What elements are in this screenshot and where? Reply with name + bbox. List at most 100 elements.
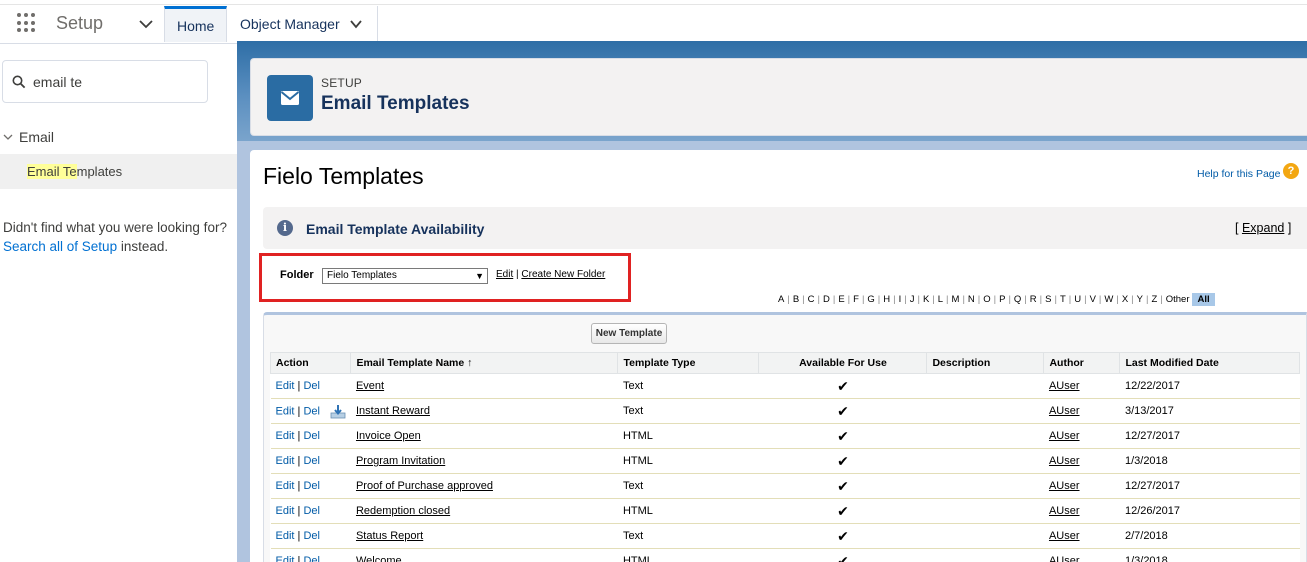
- template-name-link[interactable]: Redemption closed: [356, 505, 450, 517]
- alpha-filter-q[interactable]: Q: [1014, 294, 1021, 305]
- template-type-cell: HTML: [617, 448, 759, 474]
- author-cell: AUser: [1043, 473, 1120, 499]
- alpha-separator: |: [847, 294, 851, 305]
- alpha-filter-c[interactable]: C: [808, 294, 815, 305]
- author-link[interactable]: AUser: [1049, 430, 1080, 442]
- delete-link[interactable]: Del: [303, 480, 320, 492]
- alpha-filter-t[interactable]: T: [1060, 294, 1066, 305]
- alpha-filter-r[interactable]: R: [1030, 294, 1037, 305]
- alpha-filter-v[interactable]: V: [1090, 294, 1096, 305]
- alpha-filter-w[interactable]: W: [1104, 294, 1113, 305]
- delete-link[interactable]: Del: [303, 505, 320, 517]
- checkmark-icon: ✔: [837, 477, 849, 494]
- chevron-down-icon[interactable]: [3, 132, 13, 142]
- alpha-separator: |: [904, 294, 907, 305]
- column-header-modified[interactable]: Last Modified Date: [1119, 352, 1300, 374]
- delete-link[interactable]: Del: [303, 455, 320, 467]
- author-link[interactable]: AUser: [1049, 505, 1080, 517]
- availability-title: Email Template Availability: [306, 221, 485, 237]
- alpha-filter-o[interactable]: O: [983, 294, 990, 305]
- tab-home[interactable]: Home: [164, 6, 227, 42]
- column-header-description[interactable]: Description: [926, 352, 1045, 374]
- alpha-filter-h[interactable]: H: [883, 294, 890, 305]
- modified-date-cell: 12/27/2017: [1119, 423, 1300, 449]
- column-header-name[interactable]: Email Template Name ↑: [350, 352, 619, 374]
- delete-link[interactable]: Del: [303, 430, 320, 442]
- tree-leaf-email-templates[interactable]: Email Templates: [0, 154, 237, 189]
- alpha-filter-p[interactable]: P: [999, 294, 1005, 305]
- global-nav: Setup Home Object Manager: [0, 0, 1307, 44]
- edit-link[interactable]: Edit: [276, 505, 295, 517]
- alpha-filter-l[interactable]: L: [938, 294, 943, 305]
- edit-link[interactable]: Edit: [276, 380, 295, 392]
- table-row: Edit | Del Program Invitation HTML ✔ AUser 1/…: [270, 448, 1300, 474]
- template-name-link[interactable]: Invoice Open: [356, 430, 421, 442]
- description-cell: [926, 373, 1044, 399]
- description-cell: [926, 448, 1044, 474]
- tab-object-manager[interactable]: Object Manager: [228, 6, 378, 42]
- expand-link[interactable]: Expand: [1242, 221, 1284, 235]
- template-name-link[interactable]: Event: [356, 380, 384, 392]
- alpha-filter-other[interactable]: Other: [1166, 294, 1190, 305]
- edit-link[interactable]: Edit: [276, 405, 295, 417]
- template-name-link[interactable]: Proof of Purchase approved: [356, 480, 493, 492]
- alpha-filter-s[interactable]: S: [1045, 294, 1051, 305]
- alpha-separator: |: [1145, 294, 1149, 305]
- available-cell: ✔: [758, 473, 927, 499]
- alpha-filter-d[interactable]: D: [823, 294, 830, 305]
- alpha-filter-k[interactable]: K: [923, 294, 929, 305]
- chevron-down-icon[interactable]: [138, 16, 154, 32]
- alpha-filter-u[interactable]: U: [1074, 294, 1081, 305]
- template-name-link[interactable]: Welcome: [356, 555, 402, 562]
- alpha-filter-x[interactable]: X: [1122, 294, 1128, 305]
- alpha-filter-b[interactable]: B: [793, 294, 799, 305]
- author-link[interactable]: AUser: [1049, 555, 1080, 562]
- author-link[interactable]: AUser: [1049, 455, 1080, 467]
- not-found-text: Didn't find what you were looking for?: [3, 220, 227, 235]
- quick-find-box[interactable]: [2, 60, 208, 103]
- alpha-filter-z[interactable]: Z: [1151, 294, 1157, 305]
- row-actions: Edit | Del: [270, 398, 351, 424]
- search-icon: [12, 75, 26, 89]
- delete-link[interactable]: Del: [303, 530, 320, 542]
- alpha-filter-f[interactable]: F: [853, 294, 859, 305]
- table-row: Edit | Del Event Text ✔ AUser 12/22/2017: [270, 373, 1300, 399]
- template-name-link[interactable]: Instant Reward: [356, 405, 430, 417]
- app-launcher-icon[interactable]: [16, 12, 38, 34]
- author-link[interactable]: AUser: [1049, 480, 1080, 492]
- edit-link[interactable]: Edit: [276, 430, 295, 442]
- alpha-filter-j[interactable]: J: [910, 294, 915, 305]
- quick-find-input[interactable]: [33, 71, 201, 93]
- alpha-filter-i[interactable]: I: [899, 294, 902, 305]
- author-link[interactable]: AUser: [1049, 380, 1080, 392]
- alpha-filter-m[interactable]: M: [952, 294, 960, 305]
- search-all-setup-link[interactable]: Search all of Setup: [3, 239, 117, 254]
- help-icon[interactable]: ?: [1283, 163, 1299, 179]
- author-link[interactable]: AUser: [1049, 405, 1080, 417]
- edit-link[interactable]: Edit: [276, 530, 295, 542]
- description-cell: [926, 548, 1044, 562]
- alpha-filter-e[interactable]: E: [838, 294, 844, 305]
- download-icon[interactable]: [330, 404, 346, 419]
- alpha-filter-all[interactable]: All: [1192, 293, 1215, 306]
- edit-link[interactable]: Edit: [276, 455, 295, 467]
- delete-link[interactable]: Del: [303, 405, 320, 417]
- tree-node-email[interactable]: Email: [0, 127, 237, 149]
- edit-link[interactable]: Edit: [276, 480, 295, 492]
- chevron-down-icon[interactable]: [349, 17, 363, 31]
- column-header-type[interactable]: Template Type: [617, 352, 760, 374]
- template-name-link[interactable]: Status Report: [356, 530, 423, 542]
- new-template-button[interactable]: New Template: [591, 323, 667, 344]
- delete-link[interactable]: Del: [303, 555, 320, 562]
- edit-link[interactable]: Edit: [276, 555, 295, 562]
- alpha-filter-n[interactable]: N: [968, 294, 975, 305]
- column-header-available[interactable]: Available For Use: [758, 352, 928, 374]
- help-for-this-page-link[interactable]: Help for this Page: [1197, 168, 1280, 180]
- column-header-author[interactable]: Author: [1043, 352, 1121, 374]
- alpha-filter-a[interactable]: A: [778, 294, 784, 305]
- alpha-filter-y[interactable]: Y: [1137, 294, 1143, 305]
- delete-link[interactable]: Del: [303, 380, 320, 392]
- author-link[interactable]: AUser: [1049, 530, 1080, 542]
- template-name-link[interactable]: Program Invitation: [356, 455, 445, 467]
- alpha-filter-g[interactable]: G: [867, 294, 874, 305]
